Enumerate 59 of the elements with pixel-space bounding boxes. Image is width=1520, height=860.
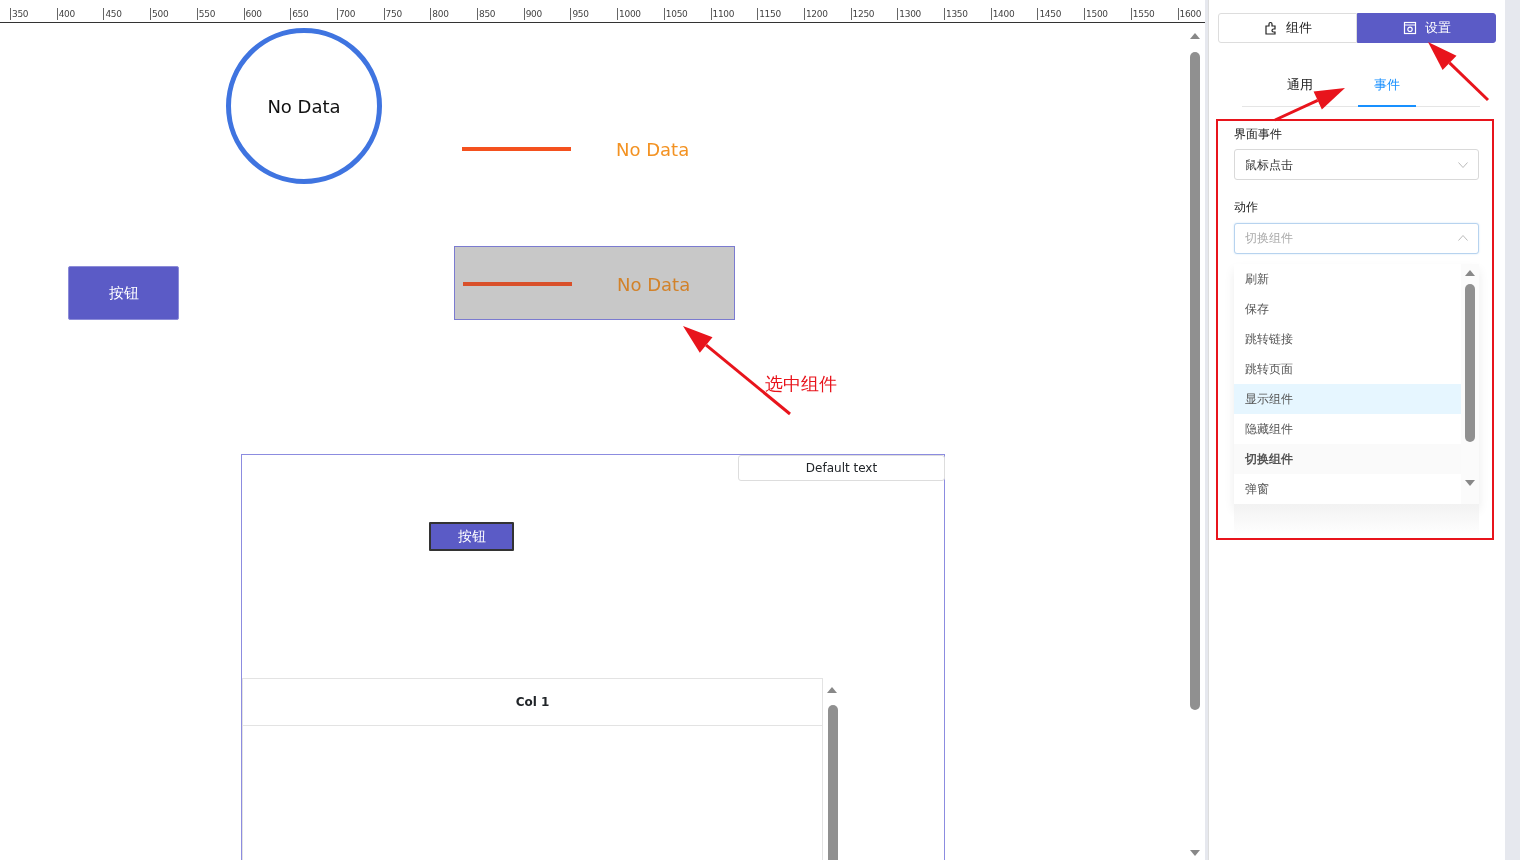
- ruler-label: 700: [336, 8, 356, 20]
- chevron-up-icon: [1458, 235, 1468, 241]
- chart-text: No Data: [617, 273, 691, 297]
- ruler-label: 350: [10, 8, 29, 20]
- scroll-up-icon[interactable]: [1465, 269, 1475, 276]
- dropdown-option[interactable]: 弹窗: [1234, 473, 1461, 504]
- ruler-label: 1000: [617, 8, 641, 20]
- canvas-button[interactable]: 按钮: [68, 266, 179, 320]
- text-tab[interactable]: Default text: [738, 455, 945, 481]
- ruler-label: 850: [477, 8, 496, 20]
- ruler-label: 500: [150, 8, 169, 20]
- field-label: 界面事件: [1234, 125, 1283, 143]
- ruler-label: 650: [290, 8, 309, 20]
- field-label: 动作: [1234, 199, 1259, 216]
- ruler-label: 1550: [1130, 8, 1155, 20]
- ruler-label: 450: [103, 8, 122, 20]
- panel-tab[interactable]: 组件: [1218, 13, 1357, 43]
- puzzle-icon: [1263, 21, 1278, 35]
- ruler-label: 1050: [663, 8, 688, 20]
- chart-text: No Data: [616, 138, 690, 162]
- dropdown-option[interactable]: 跳转页面: [1234, 353, 1461, 384]
- ruler-label: 600: [243, 8, 262, 20]
- ruler-label: 950: [570, 8, 589, 20]
- ruler-label: 1600: [1177, 8, 1202, 20]
- ruler-label: 1400: [990, 8, 1015, 20]
- canvas-button[interactable]: 按钮: [429, 522, 514, 551]
- scrollbar-thumb[interactable]: [1465, 283, 1475, 442]
- ruler-label: 550: [196, 8, 216, 20]
- ruler-label: 800: [430, 8, 449, 20]
- dropdown-option[interactable]: 保存: [1234, 293, 1461, 324]
- dropdown-option[interactable]: 跳转链接: [1234, 323, 1461, 354]
- panel-tab[interactable]: 设置: [1357, 13, 1496, 43]
- scroll-down-icon[interactable]: [1465, 479, 1475, 486]
- circle-widget: No Data: [226, 28, 382, 184]
- settings-icon: [1402, 21, 1417, 35]
- chevron-down-icon: [1458, 161, 1468, 168]
- annotation-label: 选中组件: [765, 372, 837, 396]
- ruler-label: 1300: [897, 8, 921, 20]
- ruler-label: 1250: [850, 8, 875, 20]
- ruler-label: 1150: [757, 8, 781, 20]
- ruler-label: 1450: [1037, 8, 1062, 20]
- dropdown-option[interactable]: 隐藏组件: [1234, 413, 1461, 444]
- scroll-up-icon[interactable]: [827, 687, 837, 693]
- ruler-label: 1100: [710, 8, 735, 20]
- ruler-label: 1500: [1084, 8, 1108, 20]
- dropdown-option[interactable]: 刷新: [1234, 263, 1461, 294]
- scrollbar-thumb[interactable]: [828, 705, 838, 860]
- settings-tab[interactable]: 通用: [1242, 67, 1358, 107]
- column-header: Col 1: [243, 679, 822, 726]
- ruler-label: 750: [383, 8, 402, 20]
- event-select[interactable]: 鼠标点击: [1234, 149, 1479, 180]
- ruler-label: 1350: [944, 8, 968, 20]
- dropdown-option[interactable]: 切换组件: [1234, 443, 1461, 474]
- ruler-label: 900: [523, 8, 542, 20]
- ruler-label: 1200: [803, 8, 828, 20]
- dropdown-option[interactable]: 显示组件: [1234, 383, 1461, 414]
- ruler-label: 400: [56, 8, 75, 20]
- scrollbar-thumb[interactable]: [1190, 52, 1200, 710]
- annotation-arrow: [1428, 42, 1490, 102]
